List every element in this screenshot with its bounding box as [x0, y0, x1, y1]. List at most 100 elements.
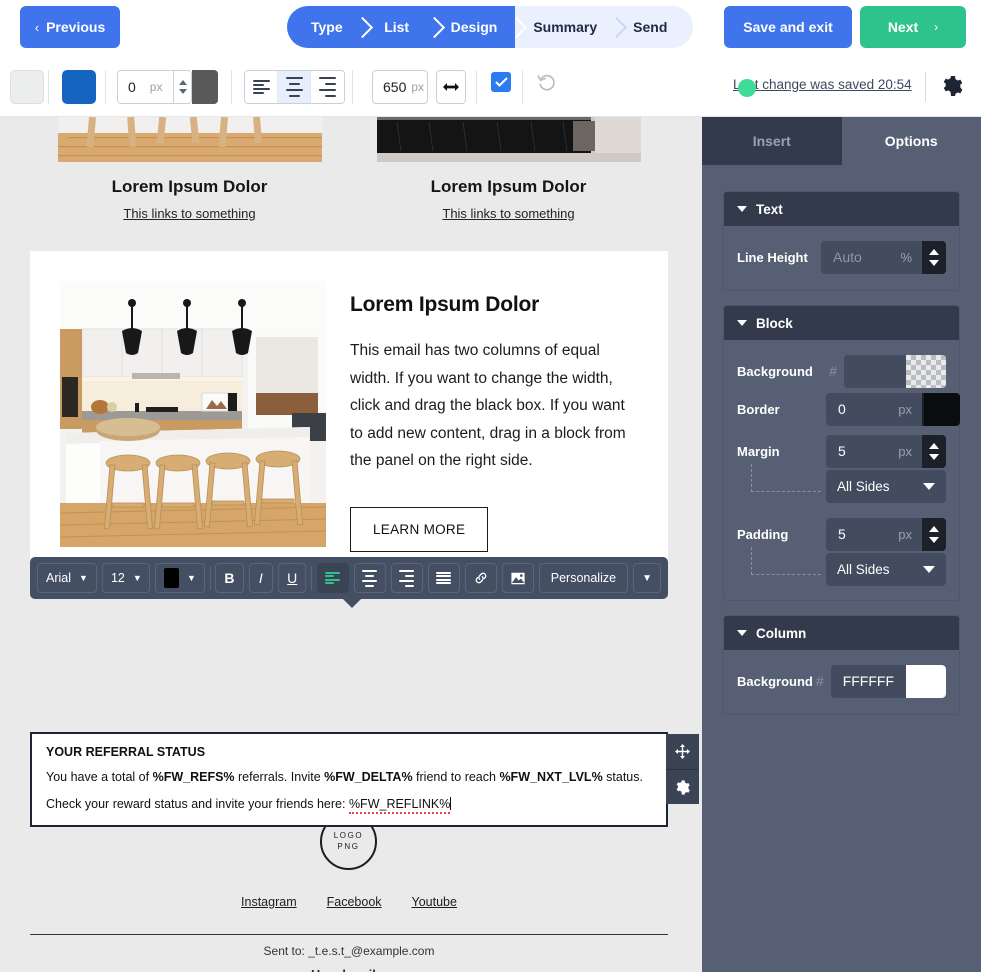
align-justify-button[interactable]	[427, 563, 460, 593]
content-body[interactable]: This email has two columns of equal widt…	[350, 337, 638, 475]
referral-line-1[interactable]: You have a total of %FW_REFS% referrals.…	[46, 770, 652, 786]
line-height-input[interactable]: Auto %	[821, 240, 946, 274]
align-center-button[interactable]	[278, 71, 311, 103]
save-and-exit-button[interactable]: Save and exit	[724, 6, 852, 48]
stepper-down-icon	[929, 453, 939, 460]
undo-icon[interactable]	[537, 74, 557, 97]
section-text-title: Text	[756, 201, 783, 217]
block-border-color-chip[interactable]	[924, 392, 960, 426]
saved-status-message[interactable]: Last change was saved 20:54	[733, 77, 912, 92]
align-center-button[interactable]	[353, 563, 386, 593]
email-content-block[interactable]: Lorem Ipsum Dolor This email has two col…	[30, 251, 668, 582]
status-dot	[738, 79, 756, 97]
unsubscribe-link[interactable]: Unsubscribe	[30, 968, 668, 972]
width-value: 650	[383, 79, 407, 95]
chevron-down-icon	[923, 483, 935, 490]
kitchen-image[interactable]	[60, 281, 326, 547]
italic-button[interactable]: I	[248, 563, 274, 593]
chevron-down-icon	[923, 566, 935, 573]
step-send[interactable]: Send	[615, 6, 694, 48]
align-right-button[interactable]	[390, 563, 423, 593]
logo-line-1: LOGO	[333, 830, 364, 840]
referral-text: friend to reach	[412, 770, 500, 784]
border-color-swatch[interactable]	[192, 70, 218, 104]
section-column-header[interactable]: Column	[724, 616, 959, 650]
block-margin-stepper[interactable]	[922, 434, 946, 468]
tab-insert[interactable]: Insert	[702, 117, 842, 165]
block-settings-gear-icon[interactable]	[666, 769, 699, 804]
block-padding-sides-select[interactable]: All Sides	[826, 553, 946, 586]
block-margin-unit: px	[898, 443, 912, 459]
email-column-right[interactable]: Lorem Ipsum Dolor This links to somethin…	[349, 117, 668, 221]
referral-var-nxt-lvl: %FW_NXT_LVL%	[499, 770, 603, 784]
previous-button[interactable]: ‹ Previous	[20, 6, 120, 48]
personalize-button[interactable]: Personalize	[538, 563, 629, 593]
image-icon[interactable]	[501, 563, 534, 593]
toolbar-divider	[925, 72, 926, 102]
step-list[interactable]: List	[360, 6, 445, 48]
width-input[interactable]: 650 px	[372, 70, 428, 104]
section-text-header[interactable]: Text	[724, 192, 959, 226]
background-color-swatch-light[interactable]	[10, 70, 44, 104]
social-link-youtube[interactable]: Youtube	[412, 895, 457, 909]
column-image-left[interactable]	[57, 117, 322, 162]
hash-symbol: #	[829, 363, 837, 379]
step-summary[interactable]: Summary	[515, 6, 628, 48]
border-width-input[interactable]: 0 px	[117, 70, 192, 104]
section-column-title: Column	[756, 625, 807, 641]
move-block-handle[interactable]	[666, 734, 699, 769]
social-link-instagram[interactable]: Instagram	[241, 895, 297, 909]
referral-line-2[interactable]: Check your reward status and invite your…	[46, 796, 652, 814]
column-image-right[interactable]	[376, 117, 641, 162]
settings-gear-icon[interactable]	[940, 74, 964, 103]
next-button[interactable]: Next ›	[860, 6, 966, 48]
line-height-stepper[interactable]	[922, 240, 946, 274]
step-design[interactable]: Design	[432, 6, 528, 48]
step-send-label: Send	[633, 19, 668, 35]
font-size-select[interactable]: 12 ▼	[101, 563, 150, 593]
font-family-select[interactable]: Arial ▼	[37, 563, 97, 593]
block-padding-sides-value: All Sides	[837, 562, 890, 577]
sent-to-text: Sent to: _t.e.s.t_@example.com	[263, 944, 435, 958]
align-left-button[interactable]	[316, 563, 349, 593]
bold-button[interactable]: B	[215, 563, 244, 593]
column-link-right[interactable]: This links to something	[349, 206, 668, 221]
text-caret	[450, 796, 452, 810]
border-width-stepper[interactable]	[173, 71, 191, 103]
section-block-header[interactable]: Block	[724, 306, 959, 340]
block-padding-stepper[interactable]	[922, 517, 946, 551]
more-options-button[interactable]: ▼	[633, 563, 661, 593]
text-color-picker[interactable]: ▼	[154, 563, 205, 593]
email-top-row: Lorem Ipsum Dolor This links to somethin…	[30, 117, 668, 221]
stepper-down-icon	[929, 536, 939, 543]
link-icon[interactable]	[464, 563, 497, 593]
block-padding-unit: px	[898, 526, 912, 542]
block-background-color-chip[interactable]	[906, 354, 946, 388]
block-controls	[666, 734, 699, 804]
arrows-horizontal-icon[interactable]	[436, 70, 466, 104]
column-background-color-input[interactable]: FFFFFF	[830, 664, 946, 698]
column-background-color-chip[interactable]	[906, 664, 946, 698]
block-padding-input[interactable]: 5 px	[826, 517, 946, 551]
text-color-swatch	[163, 568, 180, 588]
column-link-left[interactable]: This links to something	[30, 206, 349, 221]
learn-more-button[interactable]: LEARN MORE	[350, 506, 489, 552]
referral-status-block[interactable]: YOUR REFERRAL STATUS You have a total of…	[30, 732, 699, 828]
caret-down-icon	[737, 630, 747, 636]
step-design-label: Design	[450, 19, 498, 35]
underline-button[interactable]: U	[278, 563, 307, 593]
section-column-body: Background # FFFFFF	[724, 650, 959, 714]
column-title-left: Lorem Ipsum Dolor	[111, 177, 268, 196]
align-right-button[interactable]	[311, 71, 344, 103]
align-left-button[interactable]	[245, 71, 278, 103]
block-margin-input[interactable]: 5 px	[826, 434, 946, 468]
background-color-swatch-blue[interactable]	[62, 70, 96, 104]
tab-options[interactable]: Options	[841, 117, 981, 165]
email-canvas[interactable]: Lorem Ipsum Dolor This links to somethin…	[0, 117, 702, 972]
step-type[interactable]: Type	[287, 6, 373, 48]
block-margin-sides-select[interactable]: All Sides	[826, 470, 946, 503]
social-link-facebook[interactable]: Facebook	[327, 895, 382, 909]
block-background-color-input[interactable]	[844, 354, 946, 388]
email-column-left[interactable]: Lorem Ipsum Dolor This links to somethin…	[30, 117, 349, 221]
responsive-checkbox[interactable]	[491, 72, 511, 92]
